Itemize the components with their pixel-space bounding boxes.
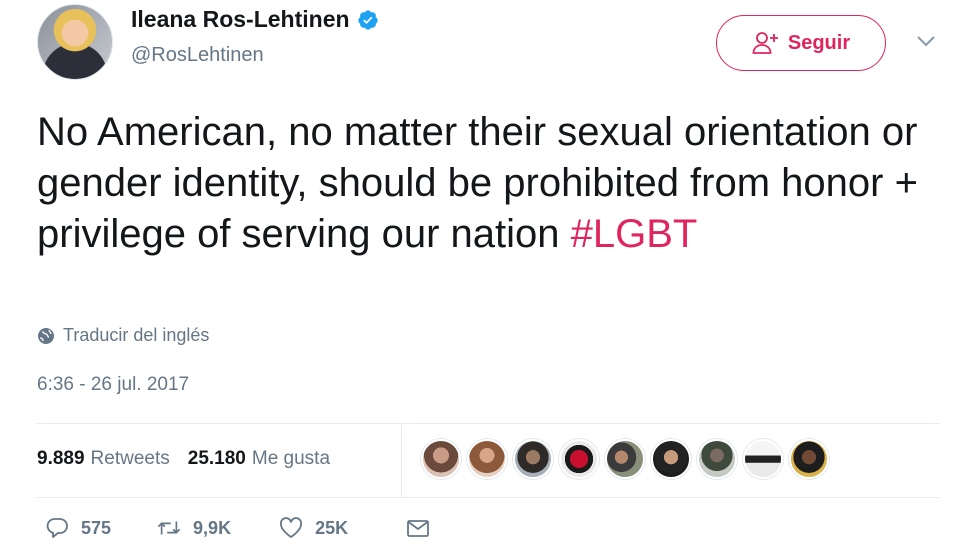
chevron-down-icon[interactable] (916, 34, 936, 48)
liker-avatar[interactable] (697, 439, 737, 479)
liker-avatar[interactable] (651, 439, 691, 479)
likes-label[interactable]: Me gusta (252, 448, 330, 470)
likes-count[interactable]: 25.180 (188, 448, 246, 470)
retweets-label[interactable]: Retweets (91, 448, 170, 470)
liker-avatar[interactable] (743, 439, 783, 479)
like-count: 25K (315, 517, 349, 538)
reply-count: 575 (81, 517, 112, 538)
follow-button-label: Seguir (787, 31, 851, 54)
liker-avatar[interactable] (421, 439, 461, 479)
liker-avatar[interactable] (789, 439, 829, 479)
liker-avatar[interactable] (559, 439, 599, 479)
message-button[interactable] (406, 517, 430, 539)
divider-top (37, 423, 940, 424)
liker-avatars (421, 439, 829, 479)
divider-vertical (401, 424, 402, 498)
retweet-button[interactable]: 9,9K (157, 517, 231, 539)
reply-icon (46, 518, 68, 538)
tweet-stats: 9.889 Retweets 25.180 Me gusta (37, 448, 348, 470)
tweet-text: No American, no matter their sexual orie… (37, 107, 937, 260)
tweet-body: No American, no matter their sexual orie… (37, 110, 918, 256)
liker-avatar[interactable] (605, 439, 645, 479)
divider-bottom (37, 497, 940, 498)
globe-icon (38, 327, 54, 344)
tweet-actions: 575 9,9K 25K (45, 517, 430, 539)
envelope-icon (407, 520, 430, 537)
hashtag-link[interactable]: #LGBT (571, 212, 698, 256)
liker-avatar[interactable] (513, 439, 553, 479)
translate-link[interactable]: Traducir del inglés (37, 325, 209, 346)
translate-label: Traducir del inglés (63, 325, 210, 345)
heart-icon (280, 517, 303, 538)
add-user-icon (752, 32, 778, 54)
author-display-name[interactable]: Ileana Ros-Lehtinen (131, 6, 350, 33)
author-avatar[interactable] (37, 4, 113, 80)
follow-button[interactable]: Seguir (716, 15, 886, 71)
liker-avatar[interactable] (467, 439, 507, 479)
like-button[interactable]: 25K (279, 517, 348, 539)
tweet-timestamp[interactable]: 6:36 - 26 jul. 2017 (37, 374, 189, 396)
retweets-count[interactable]: 9.889 (37, 448, 85, 470)
verified-badge-icon (357, 9, 378, 30)
author-name-row: Ileana Ros-Lehtinen (131, 6, 379, 33)
retweet-count: 9,9K (193, 517, 232, 538)
author-handle[interactable]: @RosLehtinen (131, 44, 264, 67)
retweet-icon (157, 521, 181, 535)
reply-button[interactable]: 575 (45, 517, 111, 539)
